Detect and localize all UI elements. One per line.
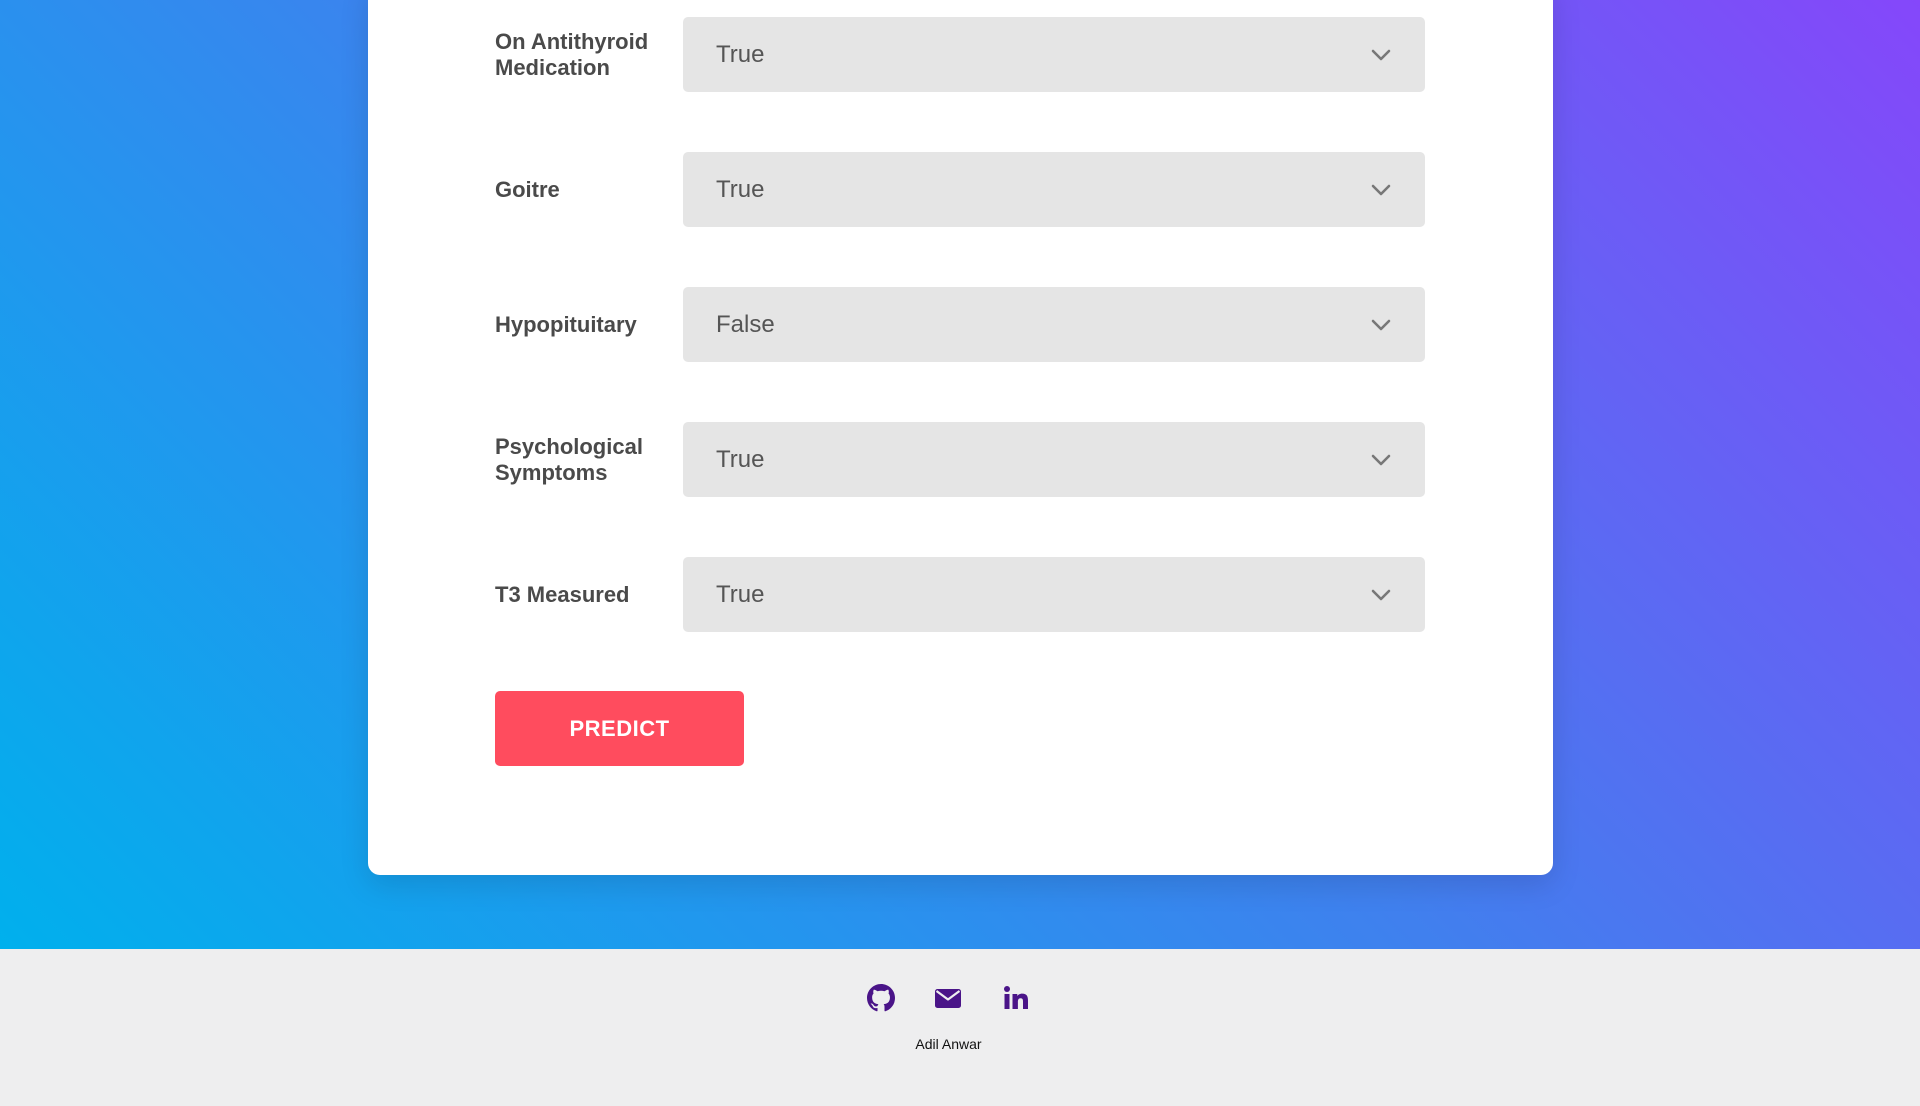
select-value: False [716, 310, 775, 338]
chevron-down-icon [1371, 184, 1391, 195]
field-row-t3-measured: T3 Measured True [495, 557, 1425, 632]
hero-background: On Antithyroid Medication True Goitre Tr… [0, 0, 1920, 949]
field-label: On Antithyroid Medication [495, 28, 649, 80]
select-psychological-symptoms[interactable]: True [683, 422, 1425, 497]
select-value: True [716, 40, 765, 68]
chevron-down-icon [1371, 49, 1391, 60]
github-icon[interactable] [867, 984, 895, 1012]
chevron-down-icon [1371, 454, 1391, 465]
select-value: True [716, 445, 765, 473]
social-links [0, 984, 1920, 1014]
predict-button[interactable]: PREDICT [495, 691, 744, 766]
select-t3-measured[interactable]: True [683, 557, 1425, 632]
footer: Adil Anwar [0, 949, 1920, 1106]
field-label: Psychological Symptoms [495, 433, 643, 485]
select-hypopituitary[interactable]: False [683, 287, 1425, 362]
chevron-down-icon [1371, 589, 1391, 600]
field-row-psychological-symptoms: Psychological Symptoms True [495, 422, 1425, 497]
chevron-down-icon [1371, 319, 1391, 330]
field-row-goitre: Goitre True [495, 152, 1425, 227]
field-label: T3 Measured [495, 581, 630, 607]
field-label: Goitre [495, 176, 560, 202]
select-antithyroid-medication[interactable]: True [683, 17, 1425, 92]
linkedin-icon[interactable] [1002, 984, 1030, 1012]
field-row-antithyroid-medication: On Antithyroid Medication True [495, 17, 1425, 92]
select-value: True [716, 580, 765, 608]
select-goitre[interactable]: True [683, 152, 1425, 227]
field-row-hypopituitary: Hypopituitary False [495, 287, 1425, 362]
field-label: Hypopituitary [495, 311, 637, 337]
author-name: Adil Anwar [915, 1036, 982, 1052]
form-card: On Antithyroid Medication True Goitre Tr… [368, 0, 1553, 875]
envelope-icon[interactable] [934, 984, 962, 1012]
select-value: True [716, 175, 765, 203]
